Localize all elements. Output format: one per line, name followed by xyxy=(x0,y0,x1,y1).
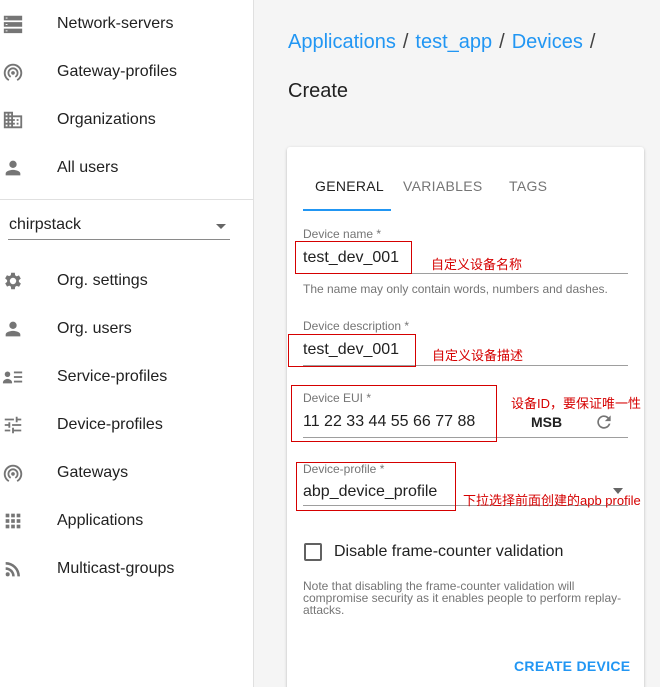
sidebar-item-label: Organizations xyxy=(57,111,156,128)
sidebar-item-organizations[interactable]: Organizations xyxy=(0,96,254,144)
annotation-box-profile xyxy=(296,462,456,511)
annotation-box-description xyxy=(288,334,416,367)
sidebar-item-label: Org. users xyxy=(57,320,132,337)
rss-icon xyxy=(2,558,24,580)
sidebar-item-gateways[interactable]: Gateways xyxy=(0,449,254,497)
person-icon xyxy=(2,318,24,340)
sidebar-item-label: Applications xyxy=(57,512,144,529)
sidebar-item-org-settings[interactable]: Org. settings xyxy=(0,257,254,305)
sidebar-item-label: Service-profiles xyxy=(57,368,168,385)
organization-select-value: chirpstack xyxy=(9,216,82,233)
sidebar-item-label: Multicast-groups xyxy=(57,560,175,577)
device-name-helper: The name may only contain words, numbers… xyxy=(303,282,608,296)
annotation-description: 自定义设备描述 xyxy=(432,348,524,363)
disable-frame-counter-checkbox[interactable] xyxy=(304,543,322,561)
device-description-label: Device description * xyxy=(303,319,410,333)
sidebar: Network-servers Gateway-profiles Organiz… xyxy=(0,0,254,687)
annotation-box-name xyxy=(295,241,412,274)
annotation-box-eui xyxy=(291,385,497,442)
sidebar-divider xyxy=(0,199,254,200)
refresh-icon[interactable] xyxy=(594,412,614,432)
person-icon xyxy=(2,157,24,179)
byte-order-toggle-button[interactable]: MSB xyxy=(531,414,562,430)
sidebar-item-org-users[interactable]: Org. users xyxy=(0,305,254,353)
sidebar-item-label: Device-profiles xyxy=(57,416,163,433)
breadcrumb-separator: / xyxy=(589,31,596,53)
frame-counter-note: Note that disabling the frame-counter va… xyxy=(303,579,622,617)
building-icon xyxy=(2,109,24,131)
breadcrumb-separator: / xyxy=(499,31,505,53)
server-icon xyxy=(2,13,24,35)
sidebar-item-applications[interactable]: Applications xyxy=(0,497,254,545)
create-device-button[interactable]: CREATE DEVICE xyxy=(514,658,630,674)
device-name-label: Device name * xyxy=(303,227,382,241)
sidebar-item-all-users[interactable]: All users xyxy=(0,144,254,192)
page-title: Create xyxy=(288,80,349,102)
tab-general[interactable]: GENERAL xyxy=(315,178,384,194)
organization-select[interactable]: chirpstack xyxy=(8,210,230,240)
tune-icon xyxy=(2,414,24,436)
sidebar-item-multicast-groups[interactable]: Multicast-groups xyxy=(0,545,254,593)
gateway-profile-icon xyxy=(2,61,24,83)
gear-icon xyxy=(2,270,24,292)
sidebar-item-label: Network-servers xyxy=(57,15,174,32)
disable-frame-counter-label[interactable]: Disable frame-counter validation xyxy=(334,543,563,561)
tab-variables[interactable]: VARIABLES xyxy=(403,178,482,194)
breadcrumb-test-app[interactable]: test_app xyxy=(415,31,492,53)
sidebar-item-device-profiles[interactable]: Device-profiles xyxy=(0,401,254,449)
sidebar-item-network-servers[interactable]: Network-servers xyxy=(0,0,254,48)
sidebar-item-service-profiles[interactable]: Service-profiles xyxy=(0,353,254,401)
sidebar-item-label: Gateway-profiles xyxy=(57,63,178,80)
annotation-eui: 设备ID，要保证唯一性 xyxy=(511,396,642,411)
breadcrumb-devices[interactable]: Devices xyxy=(512,31,583,53)
active-tab-indicator xyxy=(303,209,391,211)
tab-tags[interactable]: TAGS xyxy=(509,178,547,194)
sidebar-item-gateway-profiles[interactable]: Gateway-profiles xyxy=(0,48,254,96)
annotation-profile: 下拉选择前面创建的apb profile xyxy=(463,493,641,508)
chevron-down-icon xyxy=(216,224,226,229)
annotation-name: 自定义设备名称 xyxy=(431,257,523,272)
breadcrumb: Applications / test_app / Devices / xyxy=(288,31,602,54)
breadcrumb-separator: / xyxy=(402,31,409,53)
sidebar-item-label: Org. settings xyxy=(57,272,148,289)
sidebar-item-label: Gateways xyxy=(57,464,129,481)
apps-grid-icon xyxy=(2,510,24,532)
breadcrumb-applications[interactable]: Applications xyxy=(288,31,396,53)
list-icon xyxy=(2,366,24,388)
sidebar-item-label: All users xyxy=(57,159,119,176)
wifi-tethering-icon xyxy=(2,462,24,484)
